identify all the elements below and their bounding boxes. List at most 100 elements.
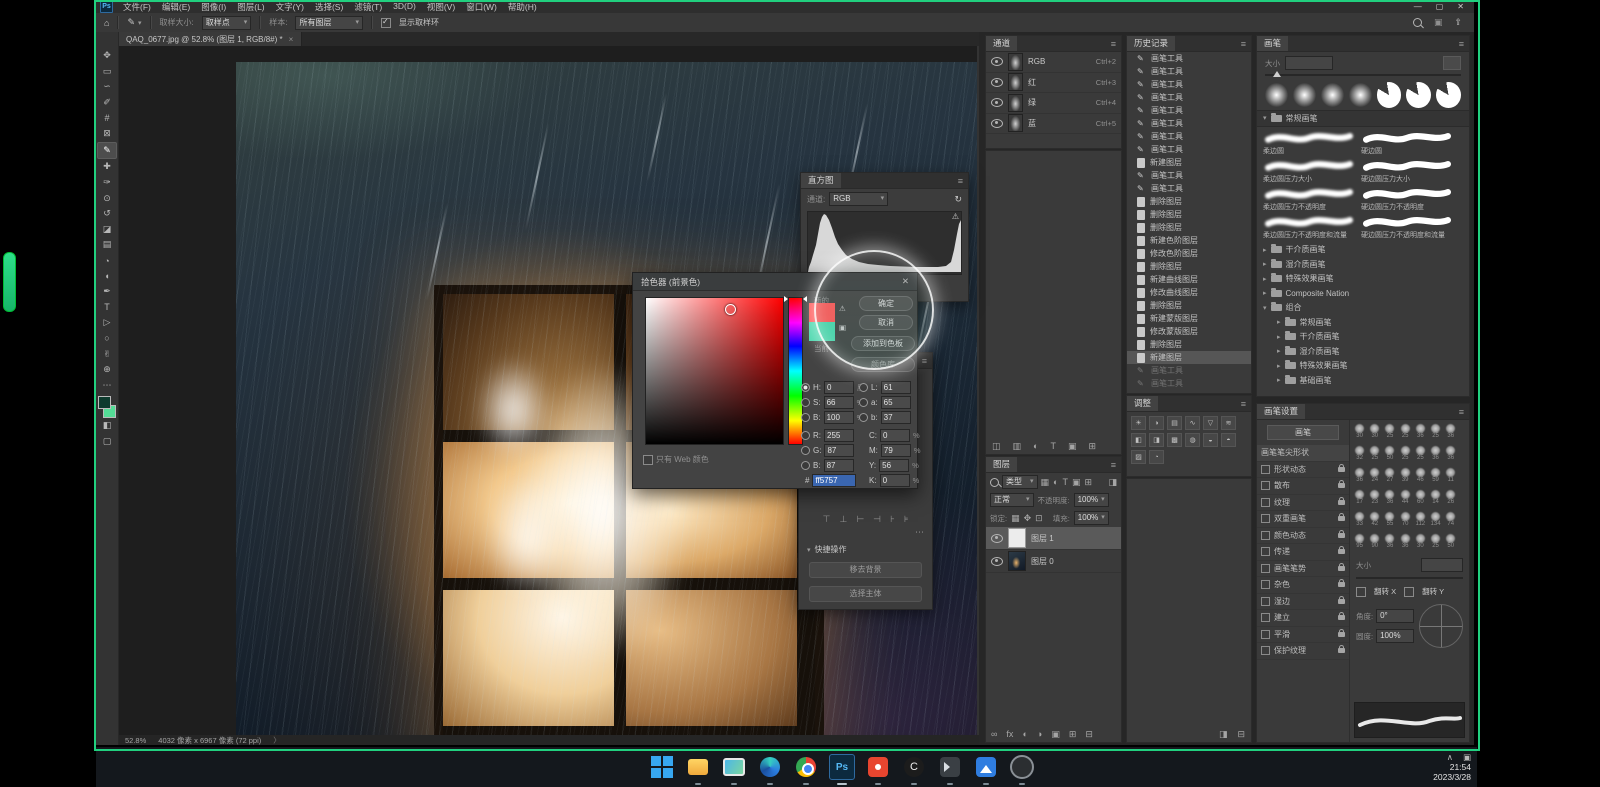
- lock-icon[interactable]: [1338, 483, 1345, 488]
- history-step[interactable]: 删除图层: [1127, 195, 1251, 208]
- eraser-tool[interactable]: ◪: [98, 222, 116, 238]
- option-checkbox[interactable]: [1261, 498, 1270, 507]
- panel-menu-icon[interactable]: ≡: [1459, 39, 1469, 49]
- crop-tool[interactable]: #: [98, 110, 116, 126]
- brush-folder-row[interactable]: ▸ 湿介质画笔: [1257, 257, 1469, 272]
- brush-tip-cell[interactable]: 14: [1428, 488, 1443, 510]
- workspace-icon[interactable]: ▣: [1434, 17, 1443, 28]
- menu-item[interactable]: 选择(S): [315, 1, 343, 13]
- lock-icon[interactable]: [1338, 599, 1345, 604]
- align-icon[interactable]: ⊥: [839, 514, 847, 525]
- color-picker-titlebar[interactable]: 拾色器 (前景色) ✕: [633, 273, 917, 291]
- option-checkbox[interactable]: [1261, 547, 1270, 556]
- panel-icon[interactable]: ▥: [1013, 441, 1022, 452]
- lock-icon[interactable]: [1338, 582, 1345, 587]
- menu-item[interactable]: 图像(I): [201, 1, 226, 13]
- lab-b-radio[interactable]: [859, 413, 868, 422]
- l-radio[interactable]: [859, 383, 868, 392]
- brush-tip-cell[interactable]: 134: [1428, 510, 1443, 532]
- tip-size-field[interactable]: [1421, 558, 1463, 572]
- align-icon[interactable]: ⊧: [904, 514, 909, 525]
- history-step[interactable]: 新建色阶图层: [1127, 234, 1251, 247]
- brush-tip-cell[interactable]: 24: [1367, 466, 1382, 488]
- brush-tip-cell[interactable]: 30: [1413, 532, 1428, 554]
- history-step[interactable]: 画笔工具: [1127, 169, 1251, 182]
- zoom-tool[interactable]: ⊕: [98, 362, 116, 378]
- brushes-shortcut-button[interactable]: 画笔: [1267, 425, 1339, 440]
- select-subject-button[interactable]: 选择主体: [809, 586, 922, 602]
- brush-tip-cell[interactable]: 44: [1398, 488, 1413, 510]
- shape-tool[interactable]: ○: [98, 331, 116, 347]
- brush-tip-cell[interactable]: 27: [1382, 466, 1397, 488]
- brush-preset-item[interactable]: 硬边圆: [1359, 129, 1457, 157]
- lock-icon[interactable]: [1338, 533, 1345, 538]
- show-ring-checkbox[interactable]: [381, 18, 391, 28]
- brush-preset-soft[interactable]: [1349, 83, 1372, 107]
- brush-option-row[interactable]: 形状动态: [1257, 462, 1349, 479]
- brush-folder-row[interactable]: ▸ 干介质画笔: [1257, 330, 1469, 345]
- b-field[interactable]: 100: [824, 411, 854, 424]
- layers-bottom-icon[interactable]: ∞: [991, 729, 997, 740]
- panel-icon[interactable]: ⊞: [1088, 441, 1096, 452]
- panel-menu-icon[interactable]: ≡: [1111, 460, 1121, 470]
- h-radio[interactable]: [801, 383, 810, 392]
- tip-size-slider[interactable]: [1356, 577, 1463, 579]
- quick-mask-button[interactable]: ◧: [98, 418, 116, 434]
- eyedropper-tool[interactable]: ✎: [97, 142, 117, 160]
- brush-folder-row[interactable]: ▸ 干介质画笔: [1257, 243, 1469, 258]
- screen-mode-button[interactable]: ▢: [98, 434, 116, 450]
- panel-menu-icon[interactable]: ≡: [1241, 39, 1251, 49]
- channel-row[interactable]: 蓝 Ctrl+5: [986, 114, 1121, 135]
- adjustment-icon[interactable]: ◧: [1131, 433, 1146, 447]
- m-field[interactable]: 79: [881, 444, 911, 457]
- filter-search-icon[interactable]: [990, 478, 999, 487]
- brush-tip-cell[interactable]: 55: [1382, 510, 1397, 532]
- share-icon[interactable]: ⇪: [1454, 17, 1462, 28]
- taskbar-obs-icon[interactable]: [1009, 754, 1035, 780]
- taskbar-chrome-icon[interactable]: [793, 754, 819, 780]
- hex-field[interactable]: ff5757: [812, 474, 856, 487]
- layers-bottom-icon[interactable]: ▣: [1051, 729, 1060, 740]
- adjustments-tab[interactable]: 调整: [1127, 396, 1158, 411]
- menu-item[interactable]: 编辑(E): [162, 1, 190, 13]
- lock-icon[interactable]: [1338, 500, 1345, 505]
- layers-tab[interactable]: 图层: [986, 457, 1017, 472]
- brush-tip-cell[interactable]: 36: [1382, 532, 1397, 554]
- brush-tip-cell[interactable]: 30: [1352, 422, 1367, 444]
- color-field-marker[interactable]: [725, 304, 736, 315]
- brush-group-label[interactable]: 常规画笔: [1286, 113, 1318, 124]
- close-button[interactable]: ✕: [1457, 2, 1464, 11]
- brush-tip-cell[interactable]: 112: [1413, 510, 1428, 532]
- panel-menu-icon[interactable]: ≡: [922, 356, 932, 366]
- history-tab[interactable]: 历史记录: [1127, 36, 1175, 51]
- sample-select[interactable]: 所有图层▾: [295, 16, 363, 30]
- layers-bottom-icon[interactable]: ◐: [1022, 729, 1027, 740]
- web-only-checkbox[interactable]: [643, 455, 653, 465]
- adjustment-icon[interactable]: ☀: [1131, 416, 1146, 430]
- blur-tool[interactable]: ◔: [98, 253, 116, 269]
- history-step[interactable]: 画笔工具: [1127, 182, 1251, 195]
- brush-folder-row[interactable]: ▸ 湿介质画笔: [1257, 344, 1469, 359]
- history-step[interactable]: 画笔工具: [1127, 364, 1251, 377]
- taskbar-start-button[interactable]: [649, 754, 675, 780]
- menu-item[interactable]: 视图(V): [427, 1, 455, 13]
- edit-toolbar-icon[interactable]: ⋯: [98, 377, 116, 393]
- history-step[interactable]: 新建图层: [1127, 351, 1251, 364]
- menu-item[interactable]: 图层(L): [237, 1, 264, 13]
- option-checkbox[interactable]: [1261, 531, 1270, 540]
- quick-selection-tool[interactable]: ✐: [98, 95, 116, 111]
- adjustment-icon[interactable]: ◔: [1149, 450, 1164, 464]
- lock-icon[interactable]: [1338, 615, 1345, 620]
- ok-button[interactable]: 确定: [859, 296, 913, 311]
- fill-field[interactable]: 100%▾: [1074, 511, 1109, 525]
- brush-tip-cell[interactable]: 36: [1413, 422, 1428, 444]
- align-icon[interactable]: ⊦: [890, 514, 895, 525]
- saturation-brightness-field[interactable]: [645, 297, 784, 445]
- brush-size-slider[interactable]: [1265, 74, 1461, 76]
- brush-tip-cell[interactable]: 25: [1398, 422, 1413, 444]
- gamut-warning-icon[interactable]: ⚠: [839, 304, 846, 313]
- taskbar-c-app-icon[interactable]: C: [901, 754, 927, 780]
- g-radio[interactable]: [801, 446, 810, 455]
- taskbar-edge-icon[interactable]: [757, 754, 783, 780]
- brush-preset-hard[interactable]: [1406, 82, 1431, 108]
